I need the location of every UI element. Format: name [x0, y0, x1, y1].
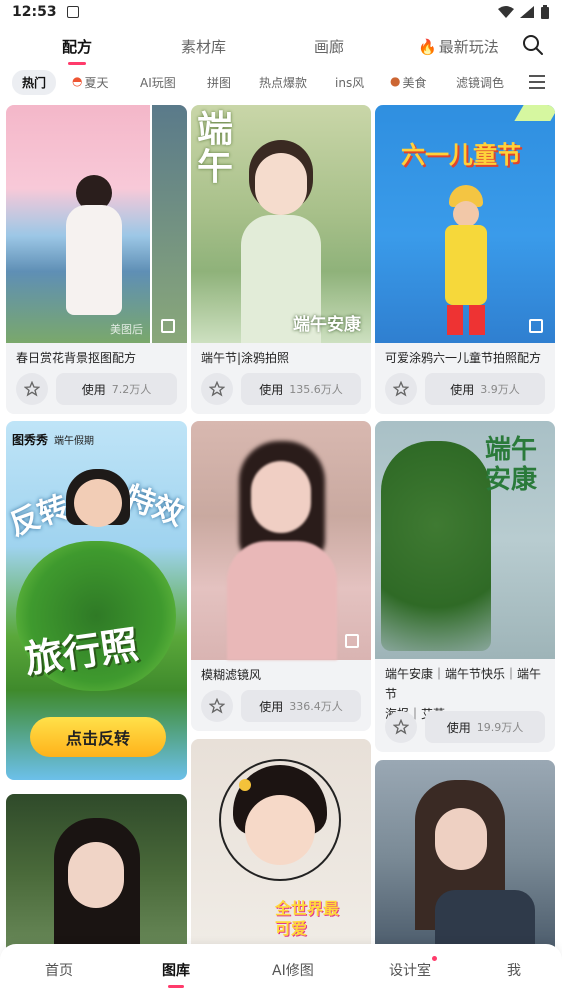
recipe-card-dragon-boat-doodle[interactable]: 端午 端午安康 端午节|涂鸦拍照 使用 135.6万人 [191, 105, 371, 414]
star-icon [393, 719, 409, 735]
use-button[interactable]: 使用 7.2万人 [56, 373, 177, 405]
food-icon: ● [390, 74, 401, 88]
card-title: 春日赏花背景抠图配方 [16, 351, 137, 365]
chip-food[interactable]: ● 美食 [390, 74, 427, 91]
battery-icon [541, 5, 549, 19]
chip-ai[interactable]: AI玩图 [140, 74, 176, 91]
recipe-card-portrait-forest[interactable] [6, 794, 187, 954]
chip-trending[interactable]: 热点爆款 [259, 74, 307, 91]
use-count: 3.9万人 [480, 383, 520, 396]
status-icons [498, 5, 550, 19]
card-overlay-title: 六一儿童节 [401, 141, 521, 169]
chip-summer[interactable]: ◓ 夏天 [72, 74, 109, 91]
nav-home[interactable]: 首页 [45, 960, 73, 980]
use-label: 使用 [81, 382, 106, 397]
chip-summer-label: 夏天 [84, 76, 109, 90]
promo-card-travel-flip[interactable]: 图秀秀 端午假期 反转 特效 旅行照 点击反转 [6, 421, 187, 780]
chip-ins[interactable]: ins风 [335, 74, 364, 91]
watermelon-icon: ◓ [72, 74, 83, 88]
card-watermark: 美图后 [110, 323, 143, 336]
nav-me[interactable]: 我 [507, 960, 521, 980]
nav-gallery[interactable]: 图库 [162, 960, 190, 980]
tab-latest-label: 最新玩法 [438, 38, 499, 56]
card-overlay-title: 端午 [197, 109, 234, 188]
card-title-line1: 端午安康｜端午节快乐｜端午节 [385, 667, 542, 701]
card-image [191, 421, 371, 660]
card-title: 端午节|涂鸦拍照 [201, 351, 290, 365]
chip-filter[interactable]: 滤镜调色 [456, 74, 504, 91]
wifi-icon [498, 6, 514, 18]
use-label: 使用 [450, 382, 475, 397]
recipe-card-portrait-sea[interactable] [375, 760, 555, 954]
status-time: 12:53 [12, 4, 57, 20]
chip-hot[interactable]: 热门 [12, 70, 57, 95]
flip-cta-label: 点击反转 [65, 729, 130, 748]
favorite-button[interactable] [201, 373, 233, 405]
use-count: 19.9万人 [476, 721, 524, 734]
card-image: 美图后 [6, 105, 187, 343]
card-title: 模糊滤镜风 [201, 668, 262, 682]
card-overlay-title: 端午安康 [484, 435, 537, 495]
card-image: 端午安康 [375, 421, 555, 659]
card-image: 全世界最可爱 [191, 739, 371, 954]
favorite-button[interactable] [201, 690, 233, 722]
use-count: 336.4万人 [289, 700, 343, 713]
card-image: 端午 端午安康 [191, 105, 371, 343]
use-label: 使用 [446, 720, 471, 735]
use-button[interactable]: 使用 19.9万人 [425, 711, 545, 743]
status-bar: 12:53 [0, 0, 562, 24]
tab-recipe[interactable]: 配方 [62, 36, 92, 57]
nav-ai-retouch[interactable]: AI修图 [272, 960, 314, 980]
notification-icon [66, 6, 79, 18]
top-tab-bar: 配方 素材库 画廊 🔥 最新玩法 [0, 28, 562, 64]
star-icon [24, 381, 40, 397]
card-title: 可爱涂鸦六一儿童节拍照配方 [385, 351, 542, 365]
recipe-card-dragon-boat-poster[interactable]: 端午安康 端午安康｜端午节快乐｜端午节 海报｜艾草 使用 19.9万人 [375, 421, 555, 752]
star-icon [209, 698, 225, 714]
promo-brand: 图秀秀 [12, 433, 49, 447]
promo-side-left: 反转 [6, 489, 74, 543]
use-button[interactable]: 使用 135.6万人 [241, 373, 361, 405]
use-button[interactable]: 使用 3.9万人 [425, 373, 545, 405]
card-image [375, 760, 555, 954]
star-icon [209, 381, 225, 397]
search-icon[interactable] [522, 34, 544, 56]
bottom-nav: 首页 图库 AI修图 设计室 我 [0, 944, 562, 999]
compare-icon [529, 319, 543, 333]
category-chip-bar: 热门 ◓ 夏天 AI玩图 拼图 热点爆款 ins风 ● 美食 滤镜调色 [0, 70, 562, 96]
use-label: 使用 [259, 699, 284, 714]
signal-icon [520, 6, 534, 18]
favorite-button[interactable] [16, 373, 48, 405]
compare-icon [345, 634, 359, 648]
tab-gallery[interactable]: 画廊 [314, 36, 344, 57]
recipe-card-blur-filter[interactable]: 模糊滤镜风 使用 336.4万人 [191, 421, 371, 731]
promo-badge: 端午假期 [54, 436, 94, 447]
favorite-button[interactable] [385, 711, 417, 743]
compare-icon [161, 319, 175, 333]
menu-icon[interactable] [528, 74, 546, 90]
favorite-button[interactable] [385, 373, 417, 405]
notification-dot [432, 956, 437, 961]
chip-collage[interactable]: 拼图 [207, 74, 231, 91]
card-image [6, 794, 187, 954]
flip-cta-button[interactable]: 点击反转 [30, 717, 166, 757]
chip-food-label: 美食 [402, 76, 427, 90]
card-image: 六一儿童节 [375, 105, 555, 343]
card-overlay-subtitle: 端午安康 [293, 315, 361, 335]
card-overlay-text: 全世界最可爱 [275, 899, 340, 938]
tab-materials[interactable]: 素材库 [181, 36, 226, 57]
recipe-card-spring-flowers[interactable]: 美图后 春日赏花背景抠图配方 使用 7.2万人 [6, 105, 187, 414]
star-icon [393, 381, 409, 397]
use-label: 使用 [259, 382, 284, 397]
nav-design-studio[interactable]: 设计室 [389, 960, 431, 980]
fire-icon: 🔥 [418, 37, 437, 56]
tab-latest[interactable]: 🔥 最新玩法 [418, 36, 499, 57]
use-count: 135.6万人 [289, 383, 343, 396]
use-button[interactable]: 使用 336.4万人 [241, 690, 361, 722]
use-count: 7.2万人 [111, 383, 152, 396]
recipe-card-childrens-day[interactable]: 六一儿童节 可爱涂鸦六一儿童节拍照配方 使用 3.9万人 [375, 105, 555, 414]
recipe-card-cute-baby[interactable]: 全世界最可爱 [191, 739, 371, 954]
